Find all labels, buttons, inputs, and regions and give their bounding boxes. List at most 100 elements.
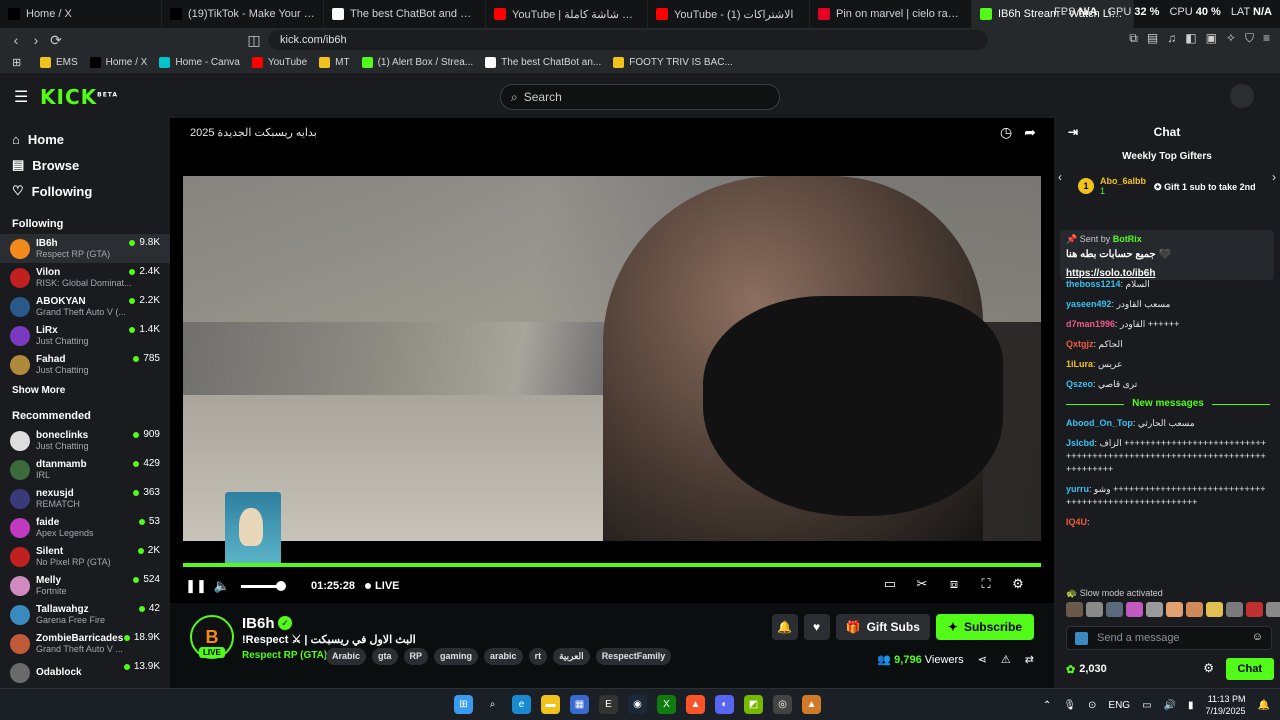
clip-icon[interactable]: ✂ (909, 576, 935, 592)
stream-tag[interactable]: Arabic (326, 648, 367, 665)
sidebar-channel[interactable]: Melly Fortnite 524 (0, 571, 170, 600)
nav-item-following[interactable]: ♡ Following (0, 178, 170, 204)
sidebar-channel[interactable]: boneclinks Just Chatting 909 (0, 426, 170, 455)
emote-icon[interactable] (1206, 602, 1223, 617)
clock-icon[interactable]: ◷ (1000, 124, 1012, 141)
theater-icon[interactable]: ▭ (877, 576, 903, 592)
emote-icon[interactable] (1106, 602, 1123, 617)
chat-settings-icon[interactable]: ⚙ (1203, 661, 1214, 675)
chat-username[interactable]: yurru (1066, 484, 1089, 494)
browser-tab[interactable]: YouTube | البث مجاني شاشة كاملة (486, 0, 648, 28)
bookmark-icon[interactable]: ◫ (244, 30, 264, 50)
bookmark-item[interactable]: (1) Alert Box / Strea... (361, 57, 473, 68)
bookmark-item[interactable]: Home / X (89, 57, 147, 68)
store-icon[interactable]: ▦ (570, 695, 589, 714)
extensions-icon[interactable]: ⧉ (1129, 31, 1138, 46)
tray-arrow-icon[interactable]: ⌃ (1043, 700, 1051, 711)
stream-tag[interactable]: gaming (434, 648, 479, 665)
wallet-icon[interactable]: ▣ (1206, 31, 1217, 46)
sidebar-channel[interactable]: Vilon RISK: Global Dominat... 2.4K (0, 263, 170, 292)
notifications-icon[interactable]: 🔔 (1258, 700, 1270, 711)
avatar[interactable] (1230, 84, 1254, 108)
gifters-next-icon[interactable]: › (1272, 170, 1276, 184)
chat-input[interactable]: Send a message ☺ (1066, 626, 1272, 650)
sidebar-channel[interactable]: faide Apex Legends 53 (0, 513, 170, 542)
send-chat-button[interactable]: Chat (1225, 658, 1274, 680)
notification-bell-icon[interactable]: 🔔 (771, 614, 798, 640)
gift-subs-button[interactable]: 🎁 Gift Subs (835, 614, 930, 640)
stream-tag[interactable]: gta (372, 648, 398, 665)
chat-username[interactable]: Abood_On_Top (1066, 418, 1133, 428)
new-messages-divider[interactable]: New messages (1066, 398, 1270, 409)
gifters-prev-icon[interactable]: ‹ (1058, 170, 1062, 184)
share-icon[interactable]: ⋖ (978, 653, 987, 666)
browser-tab[interactable]: The best ChatBot and Widgets for Ki (324, 0, 486, 28)
stream-tag[interactable]: RP (403, 648, 429, 665)
gifter-name[interactable]: Abo_6albb (1100, 176, 1146, 186)
share-icon[interactable]: ➦ (1024, 124, 1036, 141)
chat-username[interactable]: IQ4U (1066, 517, 1087, 527)
apps-icon[interactable]: ⊞ (12, 56, 21, 69)
sidebar-channel[interactable]: dtanmamb IRL 429 (0, 455, 170, 484)
bookmark-item[interactable]: FOOTY TRIV IS BAC... (613, 57, 733, 68)
reload-icon[interactable]: ⟳ (46, 30, 66, 50)
emote-icon[interactable] (1246, 602, 1263, 617)
pause-icon[interactable]: ❚❚ (183, 578, 209, 594)
live-indicator[interactable]: LIVE (365, 580, 400, 592)
collapse-chat-icon[interactable]: ⇥ (1068, 125, 1078, 139)
browser-tab[interactable]: Home / X (0, 0, 162, 28)
sidebar-channel[interactable]: ZombieBarricades Grand Theft Auto V ... 18… (0, 629, 170, 658)
shield-icon[interactable]: ⛉ (1245, 31, 1254, 46)
music-icon[interactable]: ♫ (1167, 31, 1176, 46)
xbox-icon[interactable]: X (657, 695, 676, 714)
stream-tag[interactable]: العربية (553, 648, 590, 665)
miniplayer-icon[interactable]: ⧈ (941, 576, 967, 592)
bookmark-item[interactable]: Home - Canva (159, 57, 240, 68)
bookmark-item[interactable]: MT (319, 57, 350, 68)
chat-username[interactable]: d7man1996 (1066, 319, 1115, 329)
steam-icon[interactable]: ◉ (628, 695, 647, 714)
network-icon[interactable]: ▭ (1142, 700, 1151, 711)
chat-username[interactable]: 1iLura (1066, 359, 1093, 369)
forward-icon[interactable]: › (26, 30, 46, 50)
emote-icon[interactable] (1126, 602, 1143, 617)
sidebar-channel[interactable]: ABOKYAN Grand Theft Auto V (... 2.2K (0, 292, 170, 321)
video-player[interactable]: 2025 بدايه ريسبكت الجديدة ◷ ➦ ❚❚ 🔈 01:25… (170, 118, 1054, 603)
gift-cta[interactable]: ✪ Gift 1 sub to take 2nd (1154, 182, 1256, 193)
emote-icon[interactable] (1186, 602, 1203, 617)
volume-icon[interactable]: 🔈 (209, 578, 235, 594)
obs-icon[interactable]: ◎ (773, 695, 792, 714)
edge-icon[interactable]: e (512, 695, 531, 714)
stream-category[interactable]: Respect RP (GTA) (242, 650, 327, 661)
chat-username[interactable]: theboss1214 (1066, 279, 1121, 289)
search-icon[interactable]: ⌕ (483, 695, 502, 714)
chat-username[interactable]: yaseen492 (1066, 299, 1112, 309)
clock[interactable]: 11:13 PM 7/19/2025 (1206, 693, 1246, 717)
nav-item-browse[interactable]: ▤ Browse (0, 152, 170, 178)
channel-name[interactable]: IB6h (242, 615, 275, 632)
chat-username[interactable]: Jslcbd (1066, 438, 1095, 448)
menu-icon[interactable]: ≡ (1263, 31, 1270, 46)
sidebar-channel[interactable]: Fahad Just Chatting 785 (0, 350, 170, 379)
kick-logo[interactable]: KICKBETA (40, 85, 118, 109)
nvidia-icon[interactable]: ◩ (744, 695, 763, 714)
app-icon[interactable]: ▲ (802, 695, 821, 714)
emote-icon[interactable] (1226, 602, 1243, 617)
chat-username[interactable]: Qszeo (1066, 379, 1093, 389)
hamburger-menu-icon[interactable]: ☰ (14, 87, 28, 107)
emote-icon[interactable] (1146, 602, 1163, 617)
stream-tag[interactable]: rt (528, 648, 548, 665)
nav-item-home[interactable]: ⌂ Home (0, 126, 170, 152)
file-explorer-icon[interactable]: ▬ (541, 695, 560, 714)
channel-points[interactable]: ✿ 2,030 (1066, 663, 1107, 676)
report-icon[interactable]: ⚠ (1001, 653, 1011, 666)
browser-tab[interactable]: (19)TikTok - Make Your Day (162, 0, 324, 28)
settings-icon[interactable]: ⚙ (1005, 576, 1031, 592)
browser-tab[interactable]: YouTube - الاشتراكات (1) (648, 0, 810, 28)
chat-username[interactable]: Qxtgjz (1066, 339, 1094, 349)
mic-icon[interactable]: 🎙 (1063, 700, 1076, 711)
stream-tag[interactable]: arabic (484, 648, 523, 665)
more-icon[interactable]: ⇄ (1025, 653, 1034, 666)
sidebar-channel[interactable]: Silent No Pixel RP (GTA) 2K (0, 542, 170, 571)
reader-icon[interactable]: ▤ (1147, 31, 1158, 46)
